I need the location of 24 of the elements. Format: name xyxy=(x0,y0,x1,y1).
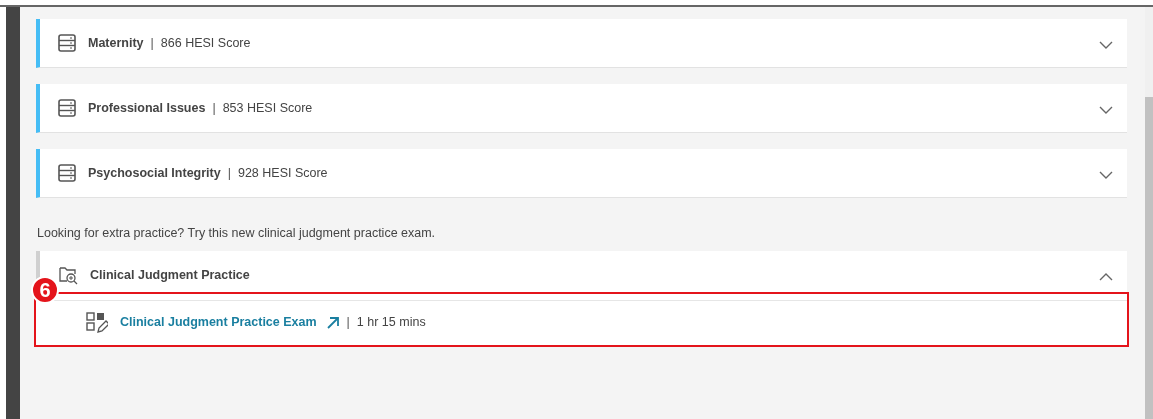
cabinet-icon xyxy=(58,99,76,117)
duration-text: 1 hr 15 mins xyxy=(356,314,426,332)
section-title: Maternity xyxy=(88,34,144,52)
score-text: 928 HESI Score xyxy=(237,164,328,182)
accordion-header[interactable]: Psychosocial Integrity | 928 HESI Score xyxy=(36,149,1127,198)
separator: | xyxy=(346,314,350,332)
section-title: Professional Issues xyxy=(88,99,206,117)
accordion-header[interactable]: Professional Issues | 853 HESI Score xyxy=(36,84,1127,133)
section-title: Clinical Judgment Practice xyxy=(90,266,250,284)
score-text: 853 HESI Score xyxy=(222,99,313,117)
folder-search-icon xyxy=(58,265,78,286)
separator: | xyxy=(150,34,154,52)
exam-link[interactable]: Clinical Judgment Practice Exam xyxy=(120,313,317,333)
separator: | xyxy=(227,164,231,182)
external-link-icon xyxy=(325,315,340,330)
accordion-header[interactable]: Maternity | 866 HESI Score xyxy=(36,19,1127,68)
score-text: 866 HESI Score xyxy=(160,34,251,52)
section-title: Psychosocial Integrity xyxy=(88,164,221,182)
cabinet-icon xyxy=(58,164,76,182)
scroll-bar[interactable] xyxy=(1145,7,1153,419)
separator: | xyxy=(212,99,216,117)
cabinet-icon xyxy=(58,34,76,52)
promo-text: Looking for extra practice? Try this new clinical judgment practice exam. xyxy=(37,225,437,242)
grid-pencil-icon xyxy=(86,311,108,334)
